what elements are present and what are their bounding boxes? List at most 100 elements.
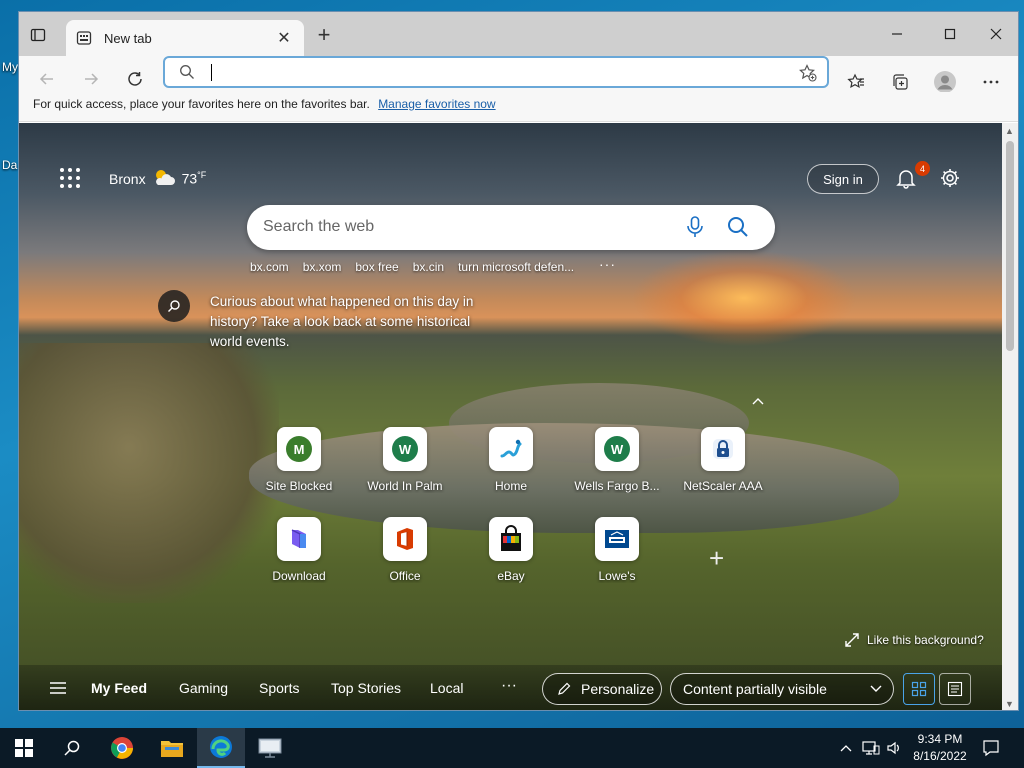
show-hidden-icons-chevron[interactable] xyxy=(840,740,852,756)
quick-link-label: Office xyxy=(389,569,421,583)
network-icon[interactable] xyxy=(862,740,880,759)
quick-link-tile[interactable]: Office xyxy=(353,517,457,583)
scroll-down-arrow-icon[interactable]: ▼ xyxy=(1005,699,1014,709)
suggestion-item[interactable]: bx.com xyxy=(250,260,289,274)
quick-link-tile[interactable]: W World In Palm xyxy=(353,427,457,493)
taskbar-chrome[interactable] xyxy=(98,728,146,768)
weather-unit: °F xyxy=(197,170,207,181)
favorites-icon[interactable] xyxy=(844,70,868,94)
back-button[interactable] xyxy=(33,66,61,92)
profile-avatar-icon[interactable] xyxy=(933,70,957,94)
tab-bar: New tab ✕ + xyxy=(19,12,1018,56)
content-visibility-value: Content partially visible xyxy=(683,681,827,697)
quick-link-tile[interactable]: Lowe's xyxy=(565,517,669,583)
chrome-icon xyxy=(111,737,133,759)
taskbar-file-explorer[interactable] xyxy=(148,728,196,768)
hamburger-menu-icon[interactable] xyxy=(49,681,67,700)
like-background-link[interactable]: Like this background? xyxy=(845,633,984,647)
more-options-icon[interactable] xyxy=(979,70,1003,94)
like-background-label: Like this background? xyxy=(867,633,984,647)
personalize-button[interactable]: Personalize xyxy=(542,673,662,705)
start-button[interactable] xyxy=(0,728,48,768)
address-bar[interactable] xyxy=(163,56,829,88)
add-favorite-icon[interactable] xyxy=(799,64,817,87)
maximize-button[interactable] xyxy=(927,20,973,48)
scrollbar-thumb[interactable] xyxy=(1006,141,1014,351)
taskbar-remote-desktop[interactable] xyxy=(246,728,294,768)
quick-link-tile[interactable]: eBay xyxy=(459,517,563,583)
suggestion-item[interactable]: box free xyxy=(355,260,398,274)
tab-actions-icon[interactable] xyxy=(27,24,49,46)
tab-title: New tab xyxy=(104,30,152,46)
taskbar-edge[interactable] xyxy=(197,728,245,768)
suggestion-item[interactable]: turn microsoft defen... xyxy=(458,260,574,274)
more-feeds-icon[interactable]: ··· xyxy=(501,677,517,695)
taskbar: 9:34 PM 8/16/2022 xyxy=(0,728,1024,768)
grid-view-button[interactable] xyxy=(903,673,935,705)
scroll-up-arrow-icon[interactable]: ▲ xyxy=(1005,126,1014,136)
forward-button[interactable] xyxy=(77,66,105,92)
folder-icon xyxy=(161,741,183,757)
add-quick-link-icon[interactable]: + xyxy=(709,543,724,574)
quick-link-tile[interactable]: W Wells Fargo B... xyxy=(565,427,669,493)
microphone-icon[interactable] xyxy=(685,216,705,243)
collections-icon[interactable] xyxy=(888,70,912,94)
new-tab-button[interactable]: + xyxy=(311,22,337,48)
settings-gear-icon[interactable] xyxy=(939,167,961,194)
search-icon[interactable] xyxy=(727,216,749,243)
sign-in-button[interactable]: Sign in xyxy=(807,164,879,194)
remote-desktop-icon xyxy=(258,738,282,758)
taskbar-search-button[interactable] xyxy=(48,728,96,768)
page-scrollbar[interactable]: ▲ ▼ xyxy=(1002,123,1018,710)
system-clock[interactable]: 9:34 PM 8/16/2022 xyxy=(908,731,972,765)
feed-tab-top-stories[interactable]: Top Stories xyxy=(331,680,401,696)
quick-link-label: Site Blocked xyxy=(265,479,333,493)
quick-link-tile[interactable]: M Site Blocked xyxy=(247,427,351,493)
tab-new-tab[interactable]: New tab ✕ xyxy=(66,20,304,56)
manage-favorites-link[interactable]: Manage favorites now xyxy=(378,97,495,111)
more-suggestions-icon[interactable]: ··· xyxy=(599,256,616,272)
new-tab-page: Bronx 73°F Sign in 4 bx.com bx.xom xyxy=(19,123,1004,710)
new-tab-page-icon xyxy=(76,31,92,45)
notifications-bell-icon[interactable] xyxy=(895,167,917,194)
quick-link-tile[interactable]: Download xyxy=(247,517,351,583)
web-search-input[interactable] xyxy=(263,216,663,238)
close-window-button[interactable] xyxy=(973,20,1018,48)
forward-arrow-icon xyxy=(85,73,99,85)
edge-icon xyxy=(210,736,232,758)
chevron-down-icon xyxy=(870,685,882,692)
feed-tab-my-feed[interactable]: My Feed xyxy=(91,680,147,696)
suggestion-item[interactable]: bx.xom xyxy=(303,260,342,274)
quick-link-tile[interactable]: NetScaler AAA xyxy=(671,427,775,493)
web-search-box[interactable] xyxy=(247,205,775,250)
history-prompt-text: Curious about what happened on this day … xyxy=(210,294,474,349)
text-cursor xyxy=(211,64,212,81)
app-launcher-icon[interactable] xyxy=(59,167,81,189)
notification-center-icon[interactable] xyxy=(982,739,1000,760)
quick-link-label: Wells Fargo B... xyxy=(574,479,660,493)
desktop-icon-label[interactable]: My xyxy=(2,60,18,74)
clock-time: 9:34 PM xyxy=(917,732,963,746)
refresh-button[interactable] xyxy=(121,66,149,92)
collapse-chevron-icon[interactable] xyxy=(751,393,765,409)
site-letter-icon: W xyxy=(392,436,418,462)
list-view-button[interactable] xyxy=(939,673,971,705)
feed-tab-gaming[interactable]: Gaming xyxy=(179,680,228,696)
suggestion-item[interactable]: bx.cin xyxy=(413,260,444,274)
search-icon xyxy=(158,290,190,322)
quick-link-label: Lowe's xyxy=(598,569,636,583)
home-squiggle-icon xyxy=(500,439,522,458)
close-tab-icon[interactable]: ✕ xyxy=(274,28,294,48)
pencil-icon xyxy=(558,682,571,695)
feed-tab-sports[interactable]: Sports xyxy=(259,680,299,696)
feed-tab-local[interactable]: Local xyxy=(430,680,463,696)
search-icon xyxy=(179,64,195,85)
weather-widget[interactable]: Bronx 73°F xyxy=(109,167,206,190)
desktop-icon-label[interactable]: Da xyxy=(2,158,17,172)
content-visibility-dropdown[interactable]: Content partially visible xyxy=(670,673,894,705)
minimize-button[interactable] xyxy=(874,20,920,48)
search-suggestions: bx.com bx.xom box free bx.cin turn micro… xyxy=(250,260,588,274)
volume-icon[interactable] xyxy=(886,740,902,759)
quick-link-tile[interactable]: Home xyxy=(459,427,563,493)
site-letter-icon: W xyxy=(604,436,630,462)
